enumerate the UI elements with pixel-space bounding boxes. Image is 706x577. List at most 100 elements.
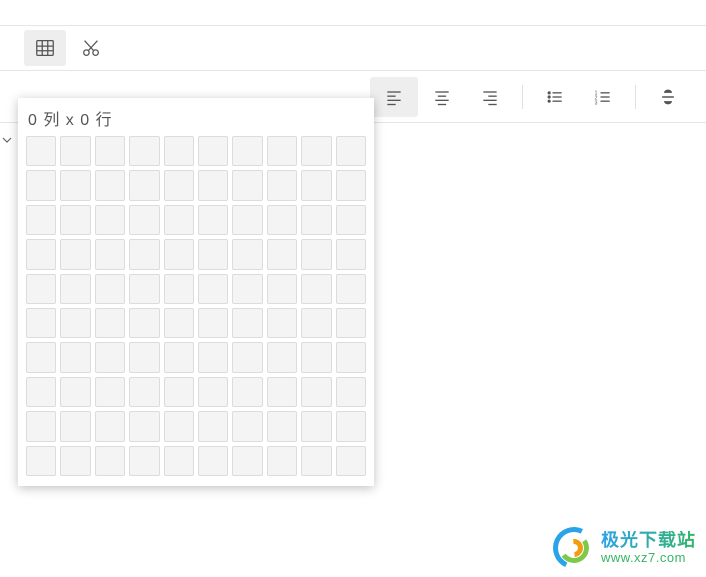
align-left-button[interactable] <box>370 77 418 117</box>
number-list-button[interactable]: 1 2 3 <box>579 77 627 117</box>
table-size-cell[interactable] <box>129 274 159 304</box>
table-size-cell[interactable] <box>198 239 228 269</box>
table-size-cell[interactable] <box>267 205 297 235</box>
table-size-cell[interactable] <box>60 342 90 372</box>
table-size-cell[interactable] <box>232 239 262 269</box>
table-size-cell[interactable] <box>267 239 297 269</box>
table-size-cell[interactable] <box>232 136 262 166</box>
table-size-cell[interactable] <box>26 136 56 166</box>
table-size-cell[interactable] <box>26 342 56 372</box>
table-size-cell[interactable] <box>26 170 56 200</box>
table-size-cell[interactable] <box>301 239 331 269</box>
align-center-button[interactable] <box>418 77 466 117</box>
table-size-cell[interactable] <box>60 136 90 166</box>
table-size-cell[interactable] <box>164 446 194 476</box>
table-size-cell[interactable] <box>129 205 159 235</box>
insert-table-button[interactable] <box>24 30 66 66</box>
left-cropped-control[interactable] <box>0 128 12 152</box>
table-size-cell[interactable] <box>267 308 297 338</box>
table-size-cell[interactable] <box>129 308 159 338</box>
table-size-cell[interactable] <box>164 170 194 200</box>
table-size-cell[interactable] <box>164 136 194 166</box>
table-size-cell[interactable] <box>301 205 331 235</box>
table-size-cell[interactable] <box>95 274 125 304</box>
table-size-cell[interactable] <box>198 308 228 338</box>
table-size-cell[interactable] <box>232 342 262 372</box>
table-size-cell[interactable] <box>129 342 159 372</box>
table-size-cell[interactable] <box>232 170 262 200</box>
table-size-cell[interactable] <box>129 411 159 441</box>
table-size-cell[interactable] <box>129 136 159 166</box>
table-size-cell[interactable] <box>60 308 90 338</box>
table-size-cell[interactable] <box>232 274 262 304</box>
table-size-cell[interactable] <box>336 205 366 235</box>
table-size-cell[interactable] <box>95 239 125 269</box>
table-size-cell[interactable] <box>336 342 366 372</box>
table-size-cell[interactable] <box>95 342 125 372</box>
table-size-cell[interactable] <box>60 446 90 476</box>
table-size-cell[interactable] <box>267 170 297 200</box>
table-size-cell[interactable] <box>267 274 297 304</box>
table-size-cell[interactable] <box>164 239 194 269</box>
table-size-cell[interactable] <box>198 274 228 304</box>
table-size-cell[interactable] <box>164 342 194 372</box>
table-size-cell[interactable] <box>26 205 56 235</box>
table-size-cell[interactable] <box>301 342 331 372</box>
table-size-cell[interactable] <box>164 308 194 338</box>
table-size-cell[interactable] <box>95 411 125 441</box>
table-size-cell[interactable] <box>198 136 228 166</box>
bullet-list-button[interactable] <box>531 77 579 117</box>
table-size-cell[interactable] <box>26 411 56 441</box>
table-size-cell[interactable] <box>336 239 366 269</box>
table-size-cell[interactable] <box>301 377 331 407</box>
table-size-cell[interactable] <box>336 308 366 338</box>
table-size-cell[interactable] <box>95 170 125 200</box>
table-size-cell[interactable] <box>267 446 297 476</box>
table-size-cell[interactable] <box>232 446 262 476</box>
table-size-cell[interactable] <box>301 446 331 476</box>
table-size-cell[interactable] <box>26 446 56 476</box>
cut-button[interactable] <box>70 30 112 66</box>
table-size-cell[interactable] <box>129 377 159 407</box>
table-size-cell[interactable] <box>95 308 125 338</box>
table-size-cell[interactable] <box>164 411 194 441</box>
table-size-cell[interactable] <box>301 308 331 338</box>
table-size-cell[interactable] <box>198 205 228 235</box>
table-size-cell[interactable] <box>129 239 159 269</box>
table-size-cell[interactable] <box>198 411 228 441</box>
table-size-cell[interactable] <box>301 170 331 200</box>
table-size-cell[interactable] <box>267 136 297 166</box>
table-size-cell[interactable] <box>336 377 366 407</box>
table-size-cell[interactable] <box>232 411 262 441</box>
table-size-cell[interactable] <box>164 274 194 304</box>
table-size-cell[interactable] <box>198 377 228 407</box>
table-size-cell[interactable] <box>129 446 159 476</box>
table-size-cell[interactable] <box>95 446 125 476</box>
table-size-cell[interactable] <box>164 377 194 407</box>
table-size-cell[interactable] <box>26 274 56 304</box>
table-size-cell[interactable] <box>198 342 228 372</box>
table-size-cell[interactable] <box>198 170 228 200</box>
table-size-cell[interactable] <box>60 205 90 235</box>
table-size-cell[interactable] <box>26 308 56 338</box>
table-size-cell[interactable] <box>336 170 366 200</box>
table-size-grid[interactable] <box>26 136 366 476</box>
table-size-cell[interactable] <box>232 308 262 338</box>
table-size-cell[interactable] <box>336 136 366 166</box>
align-right-button[interactable] <box>466 77 514 117</box>
table-size-cell[interactable] <box>198 446 228 476</box>
table-size-cell[interactable] <box>336 411 366 441</box>
table-size-cell[interactable] <box>164 205 194 235</box>
table-size-cell[interactable] <box>95 136 125 166</box>
strikethrough-button[interactable] <box>644 77 692 117</box>
table-size-cell[interactable] <box>301 136 331 166</box>
table-size-cell[interactable] <box>232 377 262 407</box>
table-size-cell[interactable] <box>129 170 159 200</box>
table-size-cell[interactable] <box>60 411 90 441</box>
table-size-cell[interactable] <box>95 205 125 235</box>
table-size-cell[interactable] <box>60 170 90 200</box>
table-size-cell[interactable] <box>60 274 90 304</box>
table-size-cell[interactable] <box>301 411 331 441</box>
table-size-cell[interactable] <box>60 239 90 269</box>
table-size-cell[interactable] <box>95 377 125 407</box>
